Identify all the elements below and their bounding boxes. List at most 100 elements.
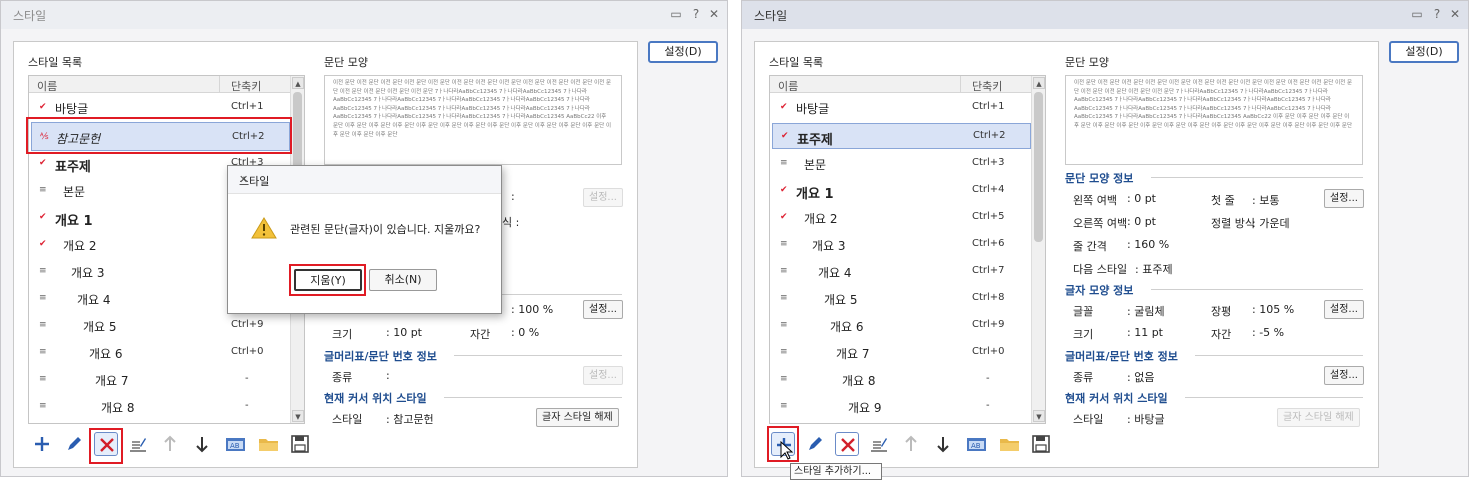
- scroll-down-icon[interactable]: ▼: [292, 410, 304, 422]
- close-icon[interactable]: ✕: [1448, 7, 1462, 21]
- style-panel: 스타일 목록 이름 단축키 ▲ ▼ ✔ 바탕글 Ctrl+1 ✔ 표주제 Ctr…: [754, 41, 1379, 468]
- list-item[interactable]: ≡ 개요 4 Ctrl+7: [772, 259, 1031, 284]
- import-style-button[interactable]: AB: [223, 432, 247, 456]
- char-settings-button[interactable]: 설정...: [583, 300, 623, 319]
- help-icon[interactable]: ?: [689, 7, 703, 21]
- replace-style-button[interactable]: [867, 432, 891, 456]
- dialog-close-icon[interactable]: ✕: [239, 173, 491, 186]
- para-style-icon: ≡: [39, 266, 47, 276]
- para-style-icon: ≡: [39, 185, 47, 195]
- help-icon[interactable]: ?: [1430, 7, 1444, 21]
- align-label: 정렬 방식: [1211, 217, 1255, 230]
- col-key-header: 단축키: [231, 80, 262, 93]
- replace-style-icon: [130, 438, 146, 452]
- style-value: : 바탕글: [1127, 413, 1165, 426]
- delete-style-button[interactable]: [835, 432, 859, 456]
- bullet-settings-button[interactable]: 설정...: [1324, 366, 1364, 385]
- ratio-value: : 105 %: [1252, 303, 1295, 316]
- list-item[interactable]: ≡ 개요 3 Ctrl+6: [772, 232, 1031, 257]
- window-title: 스타일: [13, 9, 47, 23]
- comment-icon[interactable]: ▭: [669, 7, 683, 21]
- list-item[interactable]: ≡ 개요 7 -: [31, 367, 290, 392]
- settings-button[interactable]: 설정(D): [648, 41, 718, 63]
- char-style-clear-button[interactable]: 글자 스타일 해제: [1277, 408, 1360, 427]
- col-name-header: 이름: [778, 80, 799, 93]
- para-style-icon: ≡: [39, 320, 47, 330]
- highlight-confirm-button: [289, 264, 366, 296]
- style-preview: 이전 문단 이전 문단 이전 문단 이전 문단 이전 문단 이전 문단 이전 문…: [1065, 75, 1363, 165]
- save-style-button[interactable]: [1029, 432, 1053, 456]
- arrow-down-icon: [937, 437, 949, 453]
- spacing-label: 자간: [470, 328, 491, 341]
- para-info-section-title: 문단 모양 정보: [1065, 172, 1134, 185]
- warning-icon: [251, 217, 277, 239]
- move-up-button[interactable]: [158, 432, 182, 456]
- left-margin-value: : 0 pt: [1127, 192, 1156, 205]
- move-up-button[interactable]: [899, 432, 923, 456]
- para-style-icon: ≡: [39, 347, 47, 357]
- style-dialog-before: 스타일 ▭ ? ✕ 설정(D) 스타일 목록 이름 단축키 ▲ ▼ ✔ 바탕글 …: [0, 0, 728, 477]
- list-item[interactable]: ≡ 개요 9 -: [772, 394, 1031, 419]
- next-style-value: : 표주제: [1135, 263, 1173, 276]
- scroll-down-icon[interactable]: ▼: [1033, 410, 1045, 422]
- svg-text:AB: AB: [971, 442, 981, 450]
- scroll-up-icon[interactable]: ▲: [292, 77, 304, 89]
- list-item[interactable]: ✔ 표주제 Ctrl+2: [772, 123, 1031, 149]
- list-item[interactable]: ≡ 본문 Ctrl+3: [772, 151, 1031, 176]
- title-bar: 스타일 ▭ ? ✕: [1, 1, 727, 29]
- bullet-section-title: 글머리표/문단 번호 정보: [1065, 350, 1178, 363]
- bullet-settings-button[interactable]: 설정...: [583, 366, 623, 385]
- list-item[interactable]: ≡ 개요 5 Ctrl+8: [772, 286, 1031, 311]
- style-label: 스타일: [1073, 413, 1104, 426]
- kind-label: 종류: [1073, 371, 1094, 384]
- import-icon: AB: [967, 438, 986, 451]
- style-list[interactable]: 이름 단축키 ▲ ▼ ✔ 바탕글 Ctrl+1 ✔ 표주제 Ctrl+2 ≡ 본…: [769, 75, 1046, 424]
- settings-button[interactable]: 설정(D): [1389, 41, 1459, 63]
- open-style-button[interactable]: [997, 432, 1021, 456]
- col-key-header: 단축키: [972, 80, 1003, 93]
- para-style-icon: ✔: [780, 185, 788, 195]
- scroll-thumb[interactable]: [1034, 92, 1043, 242]
- font-value: : 굴림체: [1127, 305, 1165, 318]
- save-style-button[interactable]: [288, 432, 312, 456]
- list-item[interactable]: ≡ 개요 5 Ctrl+9: [31, 313, 290, 338]
- list-item[interactable]: ✔ 개요 1 Ctrl+4: [772, 178, 1031, 203]
- para-settings-button[interactable]: 설정...: [583, 188, 623, 207]
- arrow-up-icon: [905, 435, 917, 451]
- list-item[interactable]: ≡ 개요 6 Ctrl+0: [31, 340, 290, 365]
- close-icon[interactable]: ✕: [707, 7, 721, 21]
- first-line-label: 첫 줄: [1211, 194, 1235, 207]
- cancel-button[interactable]: 취소(N): [369, 269, 437, 291]
- list-item[interactable]: ✔ 바탕글 Ctrl+1: [772, 95, 1031, 120]
- para-style-icon: ✔: [39, 158, 47, 168]
- char-settings-button[interactable]: 설정...: [1324, 300, 1364, 319]
- edit-style-button[interactable]: [803, 432, 827, 456]
- ratio-label: 장평: [1211, 305, 1232, 318]
- window-title: 스타일: [754, 9, 788, 23]
- replace-style-icon: [871, 438, 887, 452]
- list-item[interactable]: ≡ 개요 7 Ctrl+0: [772, 340, 1031, 365]
- scroll-up-icon[interactable]: ▲: [1033, 77, 1045, 89]
- replace-style-button[interactable]: [126, 432, 150, 456]
- style-preview: 이전 문단 이전 문단 이전 문단 이전 문단 이전 문단 이전 문단 이전 문…: [324, 75, 622, 165]
- list-header: 이름 단축키: [770, 76, 1032, 93]
- move-down-button[interactable]: [931, 432, 955, 456]
- list-item[interactable]: ≡ 개요 6 Ctrl+9: [772, 313, 1031, 338]
- colon-label: :: [386, 369, 390, 382]
- edit-style-button[interactable]: [62, 432, 86, 456]
- comment-icon[interactable]: ▭: [1410, 7, 1424, 21]
- move-down-button[interactable]: [190, 432, 214, 456]
- char-info-section-title: 글자 모양 정보: [1065, 284, 1134, 297]
- char-style-clear-button[interactable]: 글자 스타일 해제: [536, 408, 619, 427]
- list-item[interactable]: ≡ 개요 8 -: [31, 394, 290, 419]
- open-style-button[interactable]: [256, 432, 280, 456]
- spacing-value: : 0 %: [511, 326, 540, 339]
- add-style-button[interactable]: [30, 432, 54, 456]
- cursor-section-title: 현재 커서 위치 스타일: [324, 392, 427, 405]
- list-item[interactable]: ≡ 개요 8 -: [772, 367, 1031, 392]
- list-scrollbar[interactable]: ▲ ▼: [1031, 76, 1045, 423]
- import-style-button[interactable]: AB: [964, 432, 988, 456]
- add-style-tooltip: 스타일 추가하기...: [790, 463, 882, 480]
- list-item[interactable]: ✔ 개요 2 Ctrl+5: [772, 205, 1031, 230]
- para-settings-button[interactable]: 설정...: [1324, 189, 1364, 208]
